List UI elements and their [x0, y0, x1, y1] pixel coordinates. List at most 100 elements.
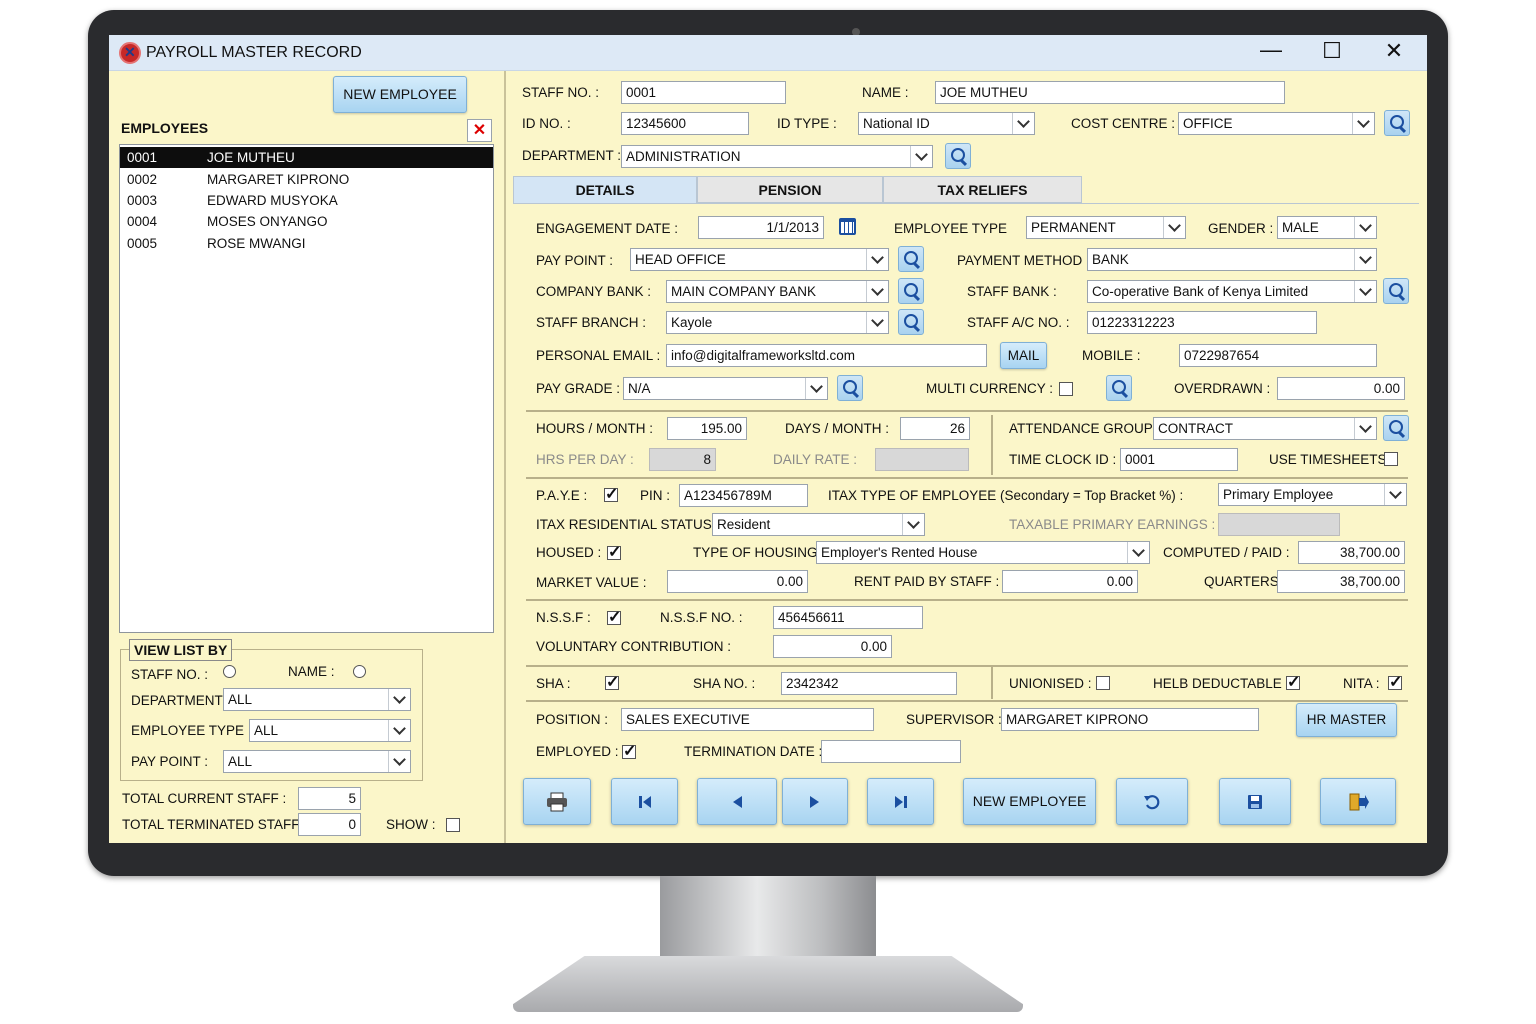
- personal-email-field[interactable]: info@digitalframeworksltd.com: [666, 344, 987, 367]
- staff-bank-label: STAFF BANK :: [967, 284, 1057, 299]
- employee-type-filter-select[interactable]: ALL: [249, 719, 411, 742]
- exit-button[interactable]: [1320, 778, 1396, 825]
- id-no-field[interactable]: 12345600: [621, 112, 749, 135]
- housing-type-select[interactable]: Employer's Rented House: [816, 541, 1150, 564]
- sha-checkbox[interactable]: [605, 672, 619, 692]
- hr-master-button[interactable]: HR MASTER: [1296, 703, 1397, 737]
- tab-details[interactable]: DETAILS: [513, 176, 697, 203]
- list-item[interactable]: 0003 EDWARD MUSYOKA: [120, 190, 493, 211]
- engagement-date-field[interactable]: 1/1/2013: [698, 216, 824, 239]
- maximize-icon[interactable]: ☐: [1317, 38, 1347, 64]
- staff-branch-label: STAFF BRANCH :: [536, 315, 647, 330]
- helb-label: HELB DEDUCTABLE :: [1153, 676, 1290, 691]
- helb-checkbox[interactable]: [1286, 672, 1300, 692]
- payment-method-select[interactable]: BANK: [1087, 248, 1377, 271]
- itax-residential-select[interactable]: Resident: [712, 513, 925, 536]
- close-icon[interactable]: ✕: [1379, 38, 1409, 64]
- paye-checkbox[interactable]: [604, 484, 618, 504]
- sha-no-field[interactable]: 2342342: [781, 672, 957, 695]
- pay-point-filter-select[interactable]: ALL: [223, 750, 411, 773]
- print-button[interactable]: [523, 778, 591, 825]
- quarters-field[interactable]: 38,700.00: [1277, 570, 1405, 593]
- staff-bank-select[interactable]: Co-operative Bank of Kenya Limited: [1087, 280, 1377, 303]
- name-field[interactable]: JOE MUTHEU: [935, 81, 1285, 104]
- tab-tax-reliefs[interactable]: TAX RELIEFS: [883, 176, 1082, 203]
- pay-grade-select[interactable]: N/A: [623, 377, 828, 400]
- mail-button[interactable]: MAIL: [1000, 342, 1047, 369]
- pin-field[interactable]: A123456789M: [679, 484, 808, 507]
- minimize-icon[interactable]: —: [1256, 37, 1286, 63]
- position-field[interactable]: SALES EXECUTIVE: [621, 708, 874, 731]
- cost-centre-select[interactable]: OFFICE: [1178, 112, 1375, 135]
- staff-bank-search-icon[interactable]: [1383, 278, 1409, 304]
- pay-grade-search-icon[interactable]: [837, 375, 863, 401]
- rent-paid-label: RENT PAID BY STAFF :: [854, 574, 1000, 589]
- multi-currency-checkbox[interactable]: [1059, 382, 1073, 396]
- save-button[interactable]: [1219, 778, 1291, 825]
- undo-button[interactable]: [1116, 778, 1188, 825]
- show-checkbox[interactable]: [446, 818, 460, 832]
- unionised-checkbox[interactable]: [1096, 676, 1110, 690]
- supervisor-field[interactable]: MARGARET KIPRONO: [1001, 708, 1259, 731]
- nita-checkbox[interactable]: [1388, 672, 1402, 692]
- new-employee-toolbar-button[interactable]: NEW EMPLOYEE: [963, 778, 1096, 825]
- use-timesheets-checkbox[interactable]: [1384, 452, 1398, 466]
- department-filter-select[interactable]: ALL: [223, 688, 411, 711]
- list-item[interactable]: 0005 ROSE MWANGI: [120, 233, 493, 254]
- company-bank-select[interactable]: MAIN COMPANY BANK: [666, 280, 889, 303]
- rent-paid-field[interactable]: 0.00: [1002, 570, 1138, 593]
- list-item[interactable]: 0004 MOSES ONYANGO: [120, 211, 493, 232]
- previous-record-button[interactable]: [697, 778, 777, 825]
- department-search-icon[interactable]: [945, 143, 971, 169]
- clear-list-icon[interactable]: ✕: [467, 119, 492, 142]
- mobile-field[interactable]: 0722987654: [1179, 344, 1377, 367]
- staff-no-field[interactable]: 0001: [621, 81, 786, 104]
- computed-paid-field[interactable]: 38,700.00: [1298, 541, 1405, 564]
- nssf-checkbox[interactable]: [607, 607, 621, 627]
- hours-month-field[interactable]: 195.00: [667, 417, 747, 440]
- time-clock-field[interactable]: 0001: [1120, 448, 1238, 471]
- termination-date-field[interactable]: [821, 740, 961, 763]
- monitor-stand-base: [513, 956, 1023, 1012]
- market-value-field[interactable]: 0.00: [667, 570, 808, 593]
- tab-pension[interactable]: PENSION: [697, 176, 883, 203]
- staff-no-radio[interactable]: [223, 665, 236, 678]
- next-record-button[interactable]: [782, 778, 848, 825]
- itax-type-select[interactable]: Primary Employee: [1218, 483, 1407, 506]
- housed-checkbox[interactable]: [607, 542, 621, 562]
- employee-list[interactable]: 0001 JOE MUTHEU 0002 MARGARET KIPRONO 0003…: [119, 144, 494, 633]
- nssf-no-field[interactable]: 456456611: [773, 606, 923, 629]
- section-divider: [526, 700, 1408, 702]
- company-bank-search-icon[interactable]: [898, 278, 924, 304]
- staff-branch-select[interactable]: Kayole: [666, 311, 889, 334]
- staff-ac-label: STAFF A/C NO. :: [967, 315, 1070, 330]
- gender-select[interactable]: MALE: [1277, 216, 1377, 239]
- voluntary-contribution-field[interactable]: 0.00: [773, 635, 892, 658]
- employed-checkbox[interactable]: [622, 741, 636, 761]
- attendance-group-label: ATTENDANCE GROUP :: [1009, 421, 1161, 436]
- pay-point-search-icon[interactable]: [898, 246, 924, 272]
- department-select[interactable]: ADMINISTRATION: [621, 145, 933, 168]
- last-record-button[interactable]: [867, 778, 934, 825]
- staff-branch-search-icon[interactable]: [898, 309, 924, 335]
- cost-centre-search-icon[interactable]: [1384, 110, 1410, 136]
- pay-point-select[interactable]: HEAD OFFICE: [630, 248, 889, 271]
- window-title: PAYROLL MASTER RECORD: [146, 44, 362, 61]
- days-month-field[interactable]: 26: [900, 417, 970, 440]
- chevron-down-icon: [388, 720, 410, 741]
- currency-search-icon[interactable]: [1106, 375, 1132, 401]
- new-employee-button[interactable]: NEW EMPLOYEE: [333, 76, 467, 113]
- calendar-icon[interactable]: [839, 218, 856, 235]
- attendance-group-select[interactable]: CONTRACT: [1153, 417, 1377, 440]
- id-type-select[interactable]: National ID: [858, 112, 1035, 135]
- first-record-button[interactable]: [611, 778, 678, 825]
- name-radio[interactable]: [353, 665, 366, 678]
- list-item[interactable]: 0002 MARGARET KIPRONO: [120, 169, 493, 190]
- staff-ac-field[interactable]: 01223312223: [1087, 311, 1317, 334]
- employee-type-select[interactable]: PERMANENT: [1026, 216, 1186, 239]
- attendance-group-search-icon[interactable]: [1383, 415, 1409, 441]
- overdrawn-field[interactable]: 0.00: [1277, 377, 1405, 400]
- paye-label: P.A.Y.E :: [536, 488, 588, 503]
- save-icon: [1248, 794, 1262, 809]
- list-item[interactable]: 0001 JOE MUTHEU: [120, 147, 493, 168]
